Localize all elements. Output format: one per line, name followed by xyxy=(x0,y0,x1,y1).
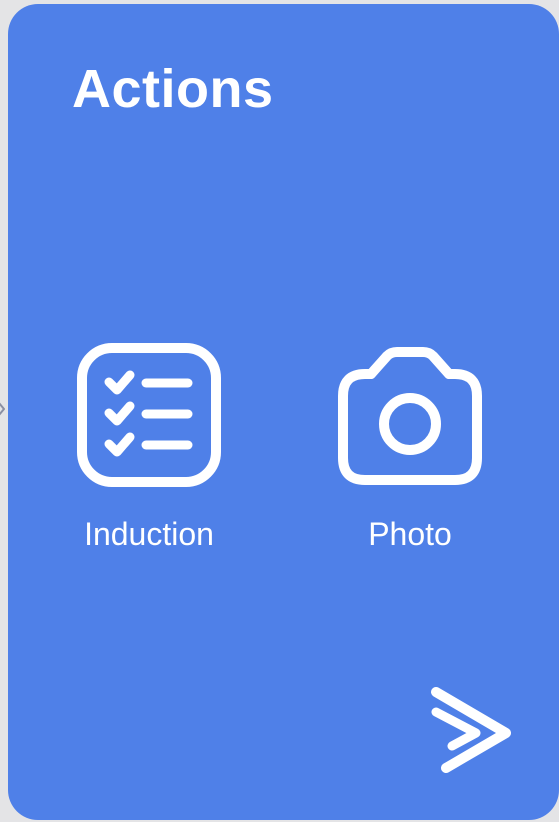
photo-label: Photo xyxy=(368,516,452,552)
camera-icon xyxy=(338,347,482,485)
photo-action-button[interactable]: Photo xyxy=(315,342,505,562)
play-logo-icon xyxy=(431,687,511,773)
checklist-icon xyxy=(77,343,221,487)
induction-label: Induction xyxy=(84,516,214,552)
screen: Actions Induction Photo xyxy=(0,0,559,822)
actions-card: Actions Induction Photo xyxy=(8,4,559,820)
chevron-right-icon xyxy=(0,402,5,416)
card-title: Actions xyxy=(72,59,274,119)
induction-action-button[interactable]: Induction xyxy=(54,342,244,562)
